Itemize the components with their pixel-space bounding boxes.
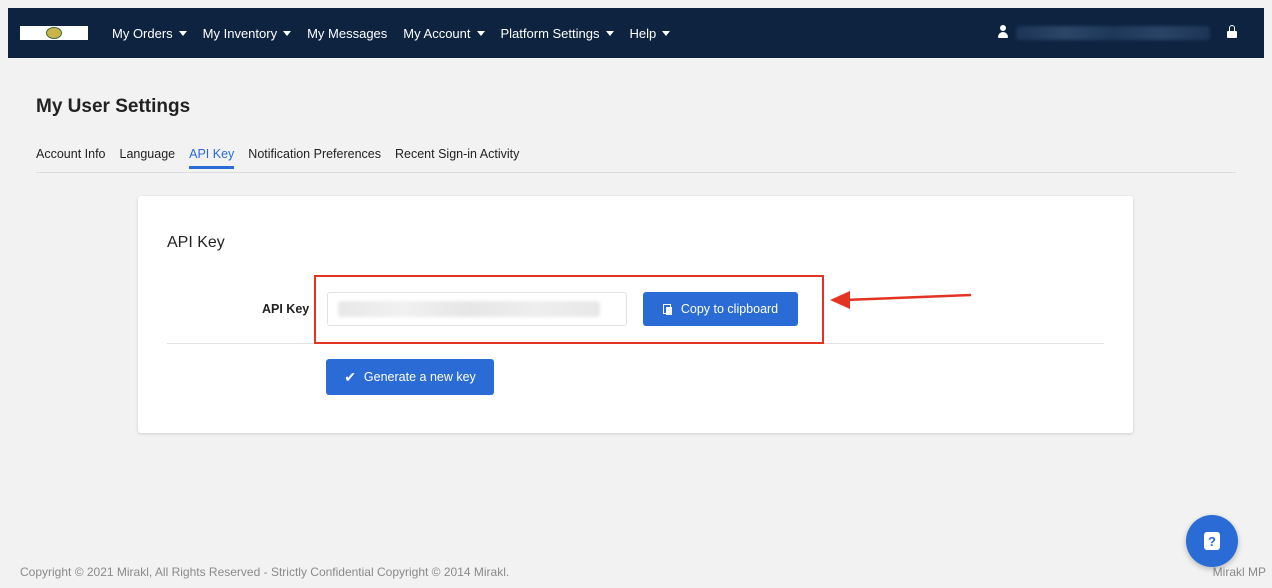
page-title: My User Settings <box>36 96 191 117</box>
tabs-divider <box>36 172 1236 173</box>
annotation-arrow-icon <box>830 291 972 309</box>
nav-label: My Orders <box>112 25 173 41</box>
nav-platform-settings[interactable]: Platform Settings <box>501 26 614 41</box>
tab-api-key[interactable]: API Key <box>189 147 235 169</box>
generate-button-label: Generate a new key <box>363 370 476 384</box>
tab-recent-sign-in-activity[interactable]: Recent Sign-in Activity <box>395 147 519 169</box>
user-email-redacted[interactable] <box>1016 26 1210 40</box>
tab-notification-preferences[interactable]: Notification Preferences <box>248 147 381 169</box>
seal-icon <box>46 27 62 39</box>
lock-icon[interactable] <box>1227 25 1237 39</box>
help-button[interactable]: ? <box>1186 515 1238 567</box>
user-icon[interactable] <box>998 25 1008 39</box>
check-icon: ✔ <box>344 369 356 385</box>
nav-label: Help <box>629 25 657 41</box>
api-key-label: API Key <box>262 302 310 316</box>
app-window: My Orders My Inventory My Messages My Ac… <box>0 0 1272 588</box>
nav-help[interactable]: Help <box>630 26 671 41</box>
brand-logo[interactable] <box>20 26 88 40</box>
question-icon: ? <box>1204 532 1220 550</box>
caret-down-icon <box>178 30 187 36</box>
footer-product-label: Mirakl MP <box>1212 565 1266 579</box>
nav-label: Platform Settings <box>500 25 600 41</box>
nav-label: My Messages <box>307 25 388 41</box>
nav-my-orders[interactable]: My Orders <box>112 26 187 41</box>
footer-copyright: Copyright © 2021 Mirakl, All Rights Rese… <box>20 565 510 579</box>
nav-label: My Account <box>403 25 471 41</box>
top-navigation-bar: My Orders My Inventory My Messages My Ac… <box>8 8 1264 58</box>
main-menu: My Orders My Inventory My Messages My Ac… <box>112 8 686 58</box>
tab-language[interactable]: Language <box>120 147 176 169</box>
nav-my-messages[interactable]: My Messages <box>307 26 387 41</box>
caret-down-icon <box>662 30 671 36</box>
tab-account-info[interactable]: Account Info <box>36 147 106 169</box>
card-title: API Key <box>167 234 225 251</box>
nav-label: My Inventory <box>202 25 278 41</box>
annotation-highlight-box <box>314 275 824 344</box>
nav-my-inventory[interactable]: My Inventory <box>202 25 292 41</box>
caret-down-icon <box>605 30 614 36</box>
generate-new-key-button[interactable]: ✔ Generate a new key <box>326 359 494 395</box>
caret-down-icon <box>476 30 485 36</box>
nav-my-account[interactable]: My Account <box>403 25 485 41</box>
caret-down-icon <box>283 30 292 36</box>
settings-tabs: Account Info Language API Key Notificati… <box>36 147 533 169</box>
